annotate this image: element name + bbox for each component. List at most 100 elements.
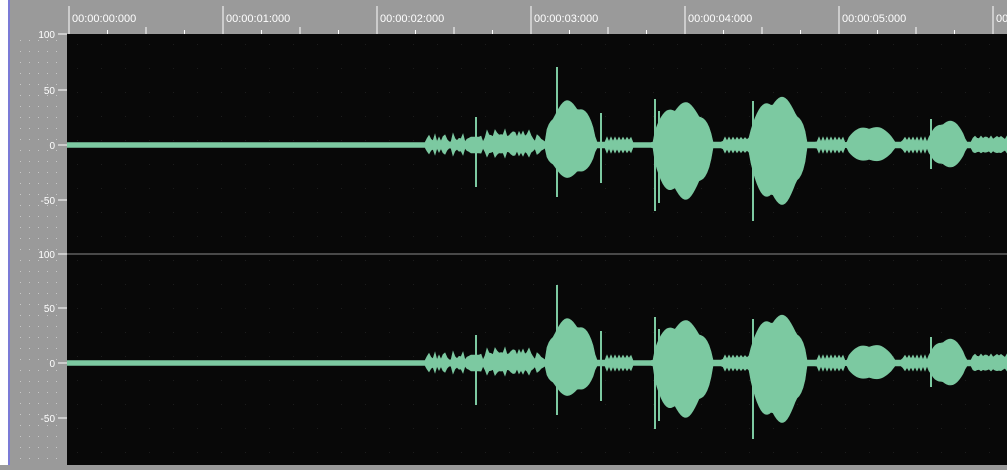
grid-dot	[533, 380, 534, 381]
grid-dot	[773, 212, 774, 213]
grid-dot	[605, 188, 606, 189]
grid-dot	[413, 308, 414, 309]
grid-dot	[965, 404, 966, 405]
scale-dot	[38, 216, 39, 217]
grid-dot	[293, 68, 294, 69]
grid-dot	[581, 236, 582, 237]
scale-label: 50	[44, 304, 56, 315]
grid-dot	[341, 356, 342, 357]
scale-dot	[29, 139, 30, 140]
grid-dot	[269, 332, 270, 333]
grid-dot	[461, 428, 462, 429]
grid-dot	[797, 236, 798, 237]
grid-dot	[317, 140, 318, 141]
grid-dot	[869, 92, 870, 93]
grid-dot	[509, 308, 510, 309]
timeline-ruler-svg[interactable]: 00:00:00:000 00:00:01:000 00:00:02:000 00:0…	[67, 0, 1007, 34]
grid-dot	[965, 308, 966, 309]
scale-dot	[29, 51, 30, 52]
scale-dot	[38, 139, 39, 140]
grid-dot	[125, 380, 126, 381]
grid-dot	[701, 428, 702, 429]
grid-dot	[749, 260, 750, 261]
scale-dot	[47, 40, 48, 41]
waveform-view[interactable]	[66, 34, 1007, 465]
scale-dot	[56, 40, 57, 41]
grid-dot	[149, 380, 150, 381]
scale-dot	[47, 139, 48, 140]
grid-dot	[461, 308, 462, 309]
grid-dot	[197, 212, 198, 213]
grid-dot	[293, 260, 294, 261]
grid-dot	[77, 284, 78, 285]
timeline-ruler[interactable]: 00:00:00:000 00:00:01:000 00:00:02:000 00:0…	[67, 0, 1007, 35]
grid-dot	[773, 452, 774, 453]
timeline-marker-label: 00:00:00:000	[72, 13, 136, 25]
grid-dot	[869, 212, 870, 213]
waveform-svg[interactable]	[66, 34, 1007, 465]
scale-dot	[38, 282, 39, 283]
amplitude-scale: 100 50 0 -50 100 50 0 -50	[10, 0, 67, 470]
scale-dot	[38, 260, 39, 261]
scale-dot	[29, 128, 30, 129]
grid-dot	[893, 212, 894, 213]
grid-dot	[125, 260, 126, 261]
grid-dot	[173, 308, 174, 309]
grid-dot	[749, 212, 750, 213]
grid-dot	[173, 212, 174, 213]
grid-dot	[221, 236, 222, 237]
grid-dot	[101, 308, 102, 309]
scale-dot	[29, 282, 30, 283]
grid-dot	[341, 260, 342, 261]
grid-dot	[941, 68, 942, 69]
grid-dot	[149, 92, 150, 93]
grid-dot	[149, 308, 150, 309]
grid-dot	[701, 260, 702, 261]
grid-dot	[125, 332, 126, 333]
grid-dot	[461, 212, 462, 213]
grid-dot	[533, 284, 534, 285]
grid-dot	[509, 188, 510, 189]
grid-dot	[605, 260, 606, 261]
grid-dot	[197, 44, 198, 45]
grid-dot	[893, 116, 894, 117]
scale-dot	[47, 315, 48, 316]
scale-dot	[20, 216, 21, 217]
grid-dot	[149, 188, 150, 189]
scale-dot	[47, 282, 48, 283]
scale-dot	[29, 447, 30, 448]
scale-dot	[29, 436, 30, 437]
grid-dot	[245, 164, 246, 165]
grid-dot	[317, 284, 318, 285]
grid-dot	[173, 404, 174, 405]
waveform-channel-1[interactable]	[66, 67, 1007, 221]
scale-dot	[47, 447, 48, 448]
grid-dot	[269, 116, 270, 117]
grid-dot	[749, 308, 750, 309]
grid-dot	[365, 92, 366, 93]
grid-dot	[797, 428, 798, 429]
scale-label: 0	[49, 359, 55, 370]
scale-dot	[47, 161, 48, 162]
grid-dot	[533, 92, 534, 93]
scale-dot	[29, 161, 30, 162]
waveform-channel-2[interactable]	[66, 285, 1007, 439]
grid-dot	[341, 116, 342, 117]
audio-editor: 100 50 0 -50 100 50 0 -50 00:00:00:000 00:00:01:…	[0, 0, 1007, 470]
grid-dot	[149, 68, 150, 69]
grid-dot	[701, 452, 702, 453]
grid-dot	[605, 164, 606, 165]
scale-dot	[20, 249, 21, 250]
grid-dot	[629, 452, 630, 453]
grid-dot	[629, 44, 630, 45]
grid-dot	[413, 356, 414, 357]
scale-dot	[47, 150, 48, 151]
grid-dot	[893, 68, 894, 69]
scale-dot	[29, 359, 30, 360]
grid-dot	[845, 404, 846, 405]
grid-dot	[941, 428, 942, 429]
scale-dot	[47, 117, 48, 118]
grid-dot	[245, 428, 246, 429]
scale-dot	[38, 392, 39, 393]
grid-dot	[461, 164, 462, 165]
